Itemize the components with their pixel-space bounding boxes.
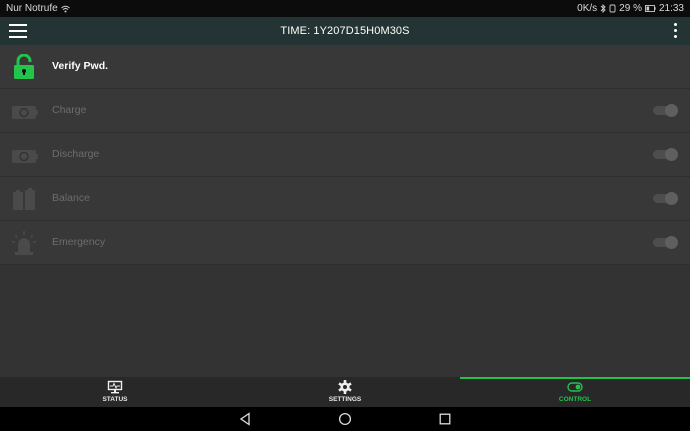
home-icon[interactable] (338, 412, 352, 426)
system-status-bar: Nur Notrufe 0K/s 29 % 21:33 (0, 0, 690, 17)
emergency-icon (11, 230, 39, 256)
back-icon[interactable] (238, 412, 252, 426)
tab-label: CONTROL (558, 396, 592, 403)
control-list: Verify Pwd. Charge Discharge Balance Eme… (0, 45, 690, 265)
bluetooth-icon (600, 4, 606, 13)
charge-toggle[interactable] (651, 104, 678, 117)
network-speed: 0K/s (577, 3, 598, 14)
control-label: Charge (52, 104, 87, 116)
toggle-icon (567, 380, 583, 394)
app-bar: TIME: 1Y207D15H0M30S (0, 17, 690, 45)
control-row-charge: Charge (0, 89, 690, 133)
emergency-toggle[interactable] (651, 236, 678, 249)
wifi-icon (60, 5, 70, 13)
system-navigation-bar (0, 407, 690, 431)
control-row-emergency: Emergency (0, 221, 690, 265)
discharge-toggle[interactable] (651, 148, 678, 161)
control-label: Verify Pwd. (52, 60, 109, 72)
control-row-balance: Balance (0, 177, 690, 221)
more-options-button[interactable] (672, 23, 678, 39)
balance-toggle[interactable] (651, 192, 678, 205)
charge-icon (11, 98, 39, 124)
more-vert-icon (673, 23, 677, 26)
gear-icon (337, 380, 353, 394)
control-label: Discharge (52, 148, 100, 160)
bottom-navigation: STATUS SETTINGS CONTROL (0, 377, 690, 407)
mute-icon (609, 4, 616, 13)
battery-icon (645, 5, 656, 12)
control-label: Balance (52, 192, 90, 204)
battery-percent: 29 % (619, 3, 642, 14)
tab-settings[interactable]: SETTINGS (230, 377, 460, 407)
carrier-label: Nur Notrufe (6, 3, 58, 14)
balance-icon (11, 186, 39, 212)
control-label: Emergency (52, 236, 106, 248)
tab-label: STATUS (102, 396, 128, 403)
page-title: TIME: 1Y207D15H0M30S (280, 25, 410, 37)
lock-icon (11, 53, 39, 80)
tab-label: SETTINGS (328, 396, 362, 403)
recents-icon[interactable] (438, 412, 452, 426)
tab-status[interactable]: STATUS (0, 377, 230, 407)
status-icon (107, 380, 123, 394)
control-row-discharge: Discharge (0, 133, 690, 177)
control-row-verify-pwd[interactable]: Verify Pwd. (0, 45, 690, 89)
tab-control[interactable]: CONTROL (460, 377, 690, 407)
clock: 21:33 (658, 3, 684, 14)
discharge-icon (11, 142, 39, 168)
